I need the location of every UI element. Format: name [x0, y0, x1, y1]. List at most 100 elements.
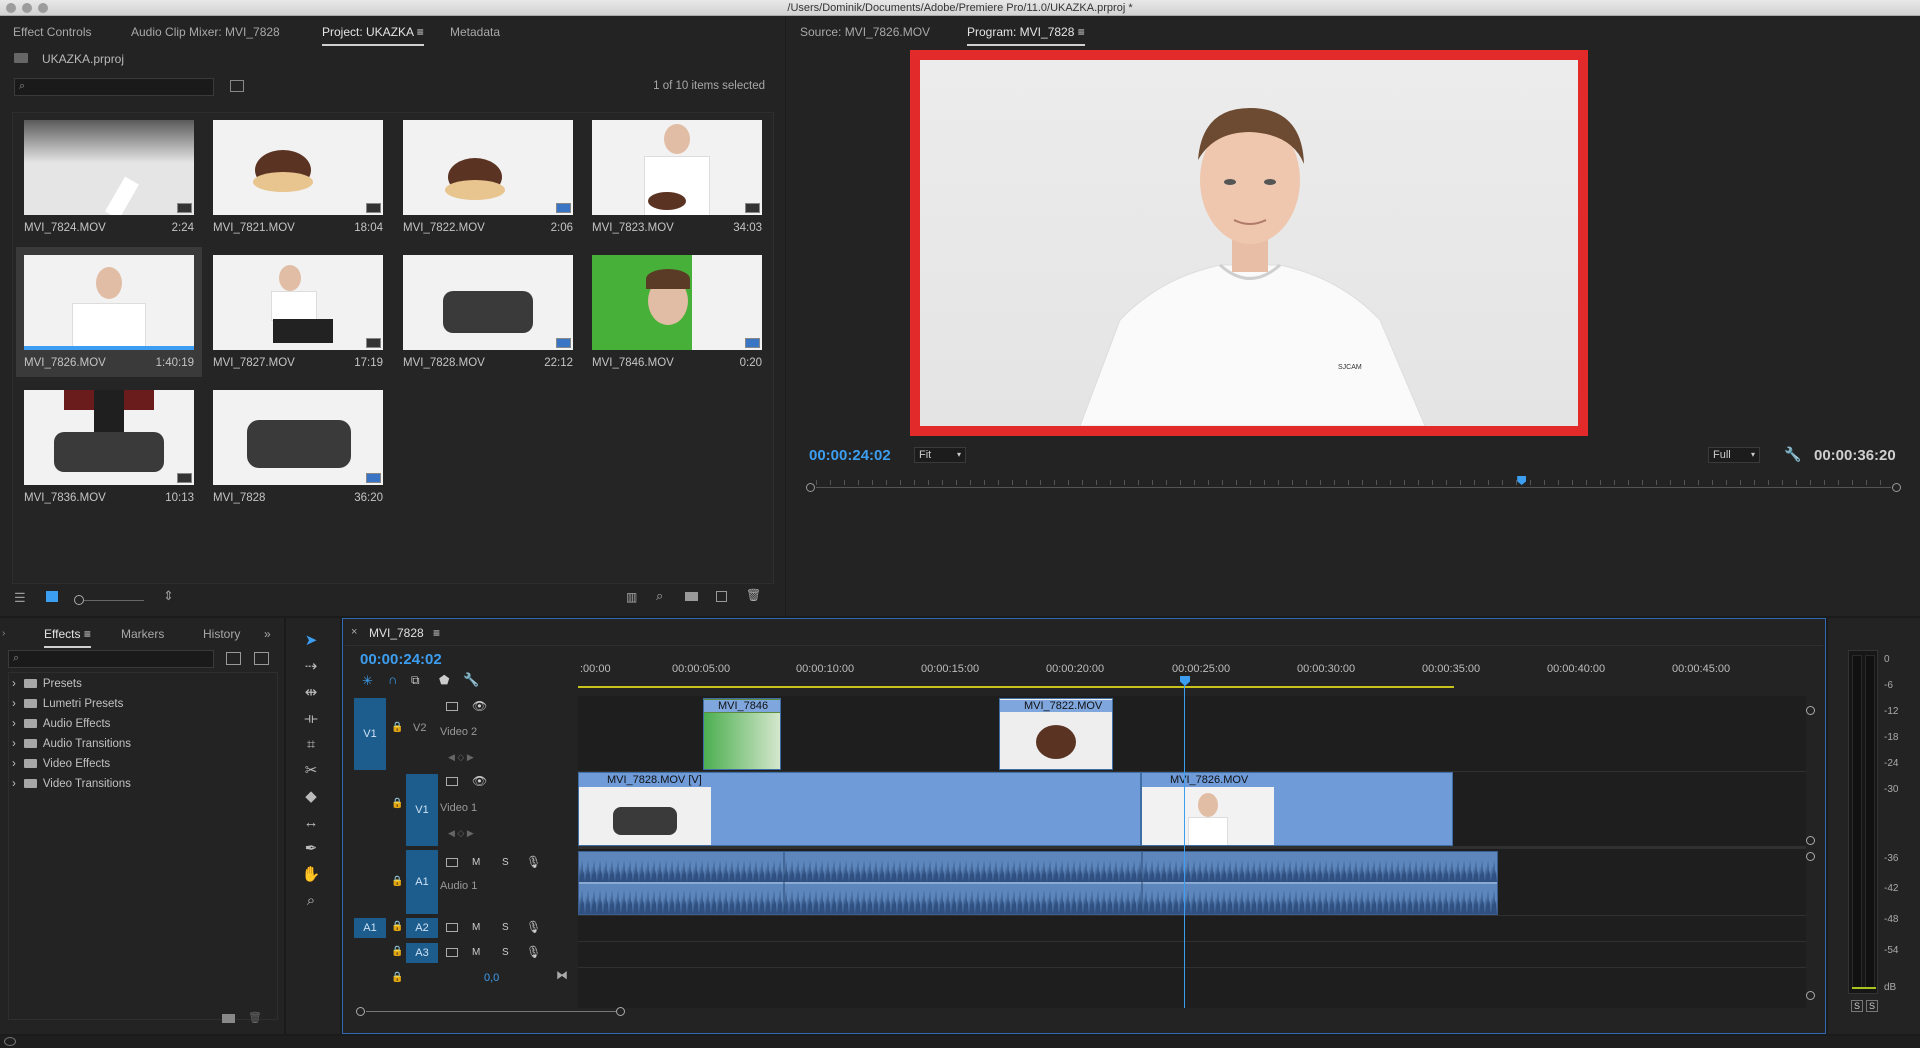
- vscroll-handle-bottom[interactable]: [1806, 836, 1815, 845]
- hscroll-left-handle[interactable]: [356, 1007, 365, 1016]
- icon-view-icon[interactable]: [46, 591, 58, 602]
- clip-a1-audio[interactable]: [578, 851, 1498, 915]
- hscroll-right-handle[interactable]: [616, 1007, 625, 1016]
- track-select-tool-icon[interactable]: ⇢: [300, 656, 322, 678]
- new-custom-bin-icon[interactable]: [222, 1014, 235, 1023]
- keyframe-nav-icon[interactable]: ◀ ◇ ▶: [448, 752, 474, 763]
- tab-markers[interactable]: Markers: [121, 627, 164, 641]
- project-item-thumbnail[interactable]: [403, 120, 573, 215]
- panel-menu-icon[interactable]: ≡: [84, 627, 91, 641]
- tab-project[interactable]: Project: UKAZKA ≡: [322, 25, 424, 46]
- track-name-a2[interactable]: A2: [406, 918, 438, 938]
- project-item-thumbnail[interactable]: [592, 120, 762, 215]
- tab-metadata[interactable]: Metadata: [450, 25, 500, 39]
- folder-audio-transitions[interactable]: › Audio Transitions: [12, 738, 131, 750]
- project-item-thumbnail[interactable]: [592, 255, 762, 350]
- timeline-ruler[interactable]: :00:00 00:00:05:00 00:00:10:00 00:00:15:…: [578, 644, 1804, 688]
- effects-search-input[interactable]: ⌕: [8, 650, 214, 668]
- sync-lock-icon[interactable]: [446, 777, 458, 786]
- delete-icon[interactable]: 🗑: [248, 1011, 262, 1024]
- selection-tool-icon[interactable]: ➤: [300, 630, 322, 652]
- tab-effects[interactable]: Effects ≡: [44, 627, 91, 648]
- project-item-thumbnail[interactable]: [24, 255, 194, 350]
- sync-lock-icon[interactable]: [446, 702, 458, 711]
- vscroll-audio-bottom[interactable]: [1806, 991, 1815, 1000]
- 32bit-effects-icon[interactable]: [254, 652, 269, 665]
- linked-selection-icon[interactable]: ⧉: [411, 673, 420, 688]
- timeline-settings-icon[interactable]: 🔧: [463, 672, 479, 688]
- lock-icon[interactable]: 🔒: [391, 946, 403, 957]
- mute-button[interactable]: M: [472, 947, 480, 958]
- program-scrubber[interactable]: [806, 476, 1901, 498]
- clip-v1-mvi7828[interactable]: MVI_7828.MOV [V]: [578, 772, 1141, 846]
- program-timecode[interactable]: 00:00:24:02: [809, 447, 891, 464]
- project-item-thumbnail[interactable]: [403, 255, 573, 350]
- tab-history[interactable]: History: [203, 627, 240, 641]
- clip-v2-mvi7822[interactable]: MVI_7822.MOV: [999, 698, 1113, 770]
- project-item-thumbnail[interactable]: [24, 120, 194, 215]
- ripple-edit-tool-icon[interactable]: ⇹: [300, 682, 322, 704]
- clip-v2-mvi7846[interactable]: MVI_7846: [703, 698, 781, 770]
- sync-lock-icon[interactable]: [446, 948, 458, 957]
- folder-video-effects[interactable]: › Video Effects: [12, 758, 110, 770]
- panel-menu-icon[interactable]: ≡: [417, 25, 424, 39]
- keyframe-nav-icon[interactable]: ◀ ◇ ▶: [448, 828, 474, 839]
- scrubber-out-handle[interactable]: [1892, 483, 1901, 492]
- lock-icon[interactable]: 🔒: [391, 921, 403, 932]
- program-video-frame[interactable]: SJCAM: [920, 60, 1578, 426]
- solo-right-button[interactable]: S: [1866, 1000, 1878, 1012]
- vscroll-audio-top[interactable]: [1806, 852, 1815, 861]
- folder-presets[interactable]: › Presets: [12, 678, 82, 690]
- project-item-thumbnail[interactable]: [213, 120, 383, 215]
- track-name-v2[interactable]: V2: [413, 722, 426, 734]
- master-end-icon[interactable]: ⧓: [556, 968, 568, 982]
- mute-button[interactable]: M: [472, 857, 480, 868]
- minimize-window-button[interactable]: [22, 3, 32, 13]
- track-name-a3[interactable]: A3: [406, 943, 438, 963]
- track-name-v1[interactable]: V1: [406, 774, 438, 846]
- close-sequence-icon[interactable]: ×: [351, 626, 357, 638]
- mute-button[interactable]: M: [472, 922, 480, 933]
- sequence-tab[interactable]: MVI_7828 ≡: [369, 626, 440, 640]
- playback-resolution-select[interactable]: Full ▾: [1708, 447, 1760, 463]
- timeline-timecode[interactable]: 00:00:24:02: [360, 651, 442, 668]
- sync-lock-icon[interactable]: [446, 923, 458, 932]
- lock-icon[interactable]: 🔒: [391, 876, 403, 887]
- sort-icon[interactable]: ⇕: [163, 588, 174, 604]
- rolling-edit-tool-icon[interactable]: ⟛: [300, 708, 322, 730]
- lock-icon[interactable]: 🔒: [391, 722, 403, 733]
- zoom-slider-handle[interactable]: [74, 595, 84, 605]
- more-tabs-icon[interactable]: »: [264, 627, 271, 641]
- lock-icon[interactable]: 🔒: [391, 798, 403, 809]
- solo-left-button[interactable]: S: [1851, 1000, 1863, 1012]
- solo-button[interactable]: S: [502, 857, 509, 868]
- slide-tool-icon[interactable]: ↔: [300, 812, 322, 834]
- new-item-icon[interactable]: [716, 591, 727, 602]
- panel-menu-icon[interactable]: ≡: [433, 626, 440, 640]
- find-icon[interactable]: ⌕: [656, 588, 663, 604]
- list-view-icon[interactable]: ☰: [14, 590, 26, 606]
- project-item-thumbnail[interactable]: [213, 255, 383, 350]
- tab-effect-controls[interactable]: Effect Controls: [13, 25, 91, 39]
- project-item-thumbnail[interactable]: [24, 390, 194, 485]
- sync-lock-icon[interactable]: [446, 858, 458, 867]
- rate-stretch-tool-icon[interactable]: ⌗: [300, 734, 322, 756]
- project-search-input[interactable]: ⌕: [14, 78, 214, 96]
- slip-tool-icon[interactable]: ◆: [300, 786, 322, 808]
- tab-source-monitor[interactable]: Source: MVI_7826.MOV: [800, 25, 930, 39]
- source-patch-v1[interactable]: V1: [354, 698, 386, 770]
- track-name-a1[interactable]: A1: [406, 850, 438, 914]
- vscroll-handle-top[interactable]: [1806, 706, 1815, 715]
- new-bin-icon[interactable]: [685, 592, 698, 601]
- zoom-level-select[interactable]: Fit ▾: [914, 447, 966, 463]
- folder-audio-effects[interactable]: › Audio Effects: [12, 718, 110, 730]
- source-patch-a1[interactable]: A1: [354, 918, 386, 938]
- project-item-thumbnail[interactable]: [213, 390, 383, 485]
- clip-v1-mvi7826[interactable]: MVI_7826.MOV: [1141, 772, 1453, 846]
- zoom-slider-track[interactable]: [84, 600, 144, 601]
- eye-icon[interactable]: 👁: [472, 774, 487, 788]
- new-search-bin-icon[interactable]: [230, 80, 244, 92]
- tab-program-monitor[interactable]: Program: MVI_7828 ≡: [967, 25, 1085, 46]
- close-window-button[interactable]: [6, 3, 16, 13]
- solo-button[interactable]: S: [502, 947, 509, 958]
